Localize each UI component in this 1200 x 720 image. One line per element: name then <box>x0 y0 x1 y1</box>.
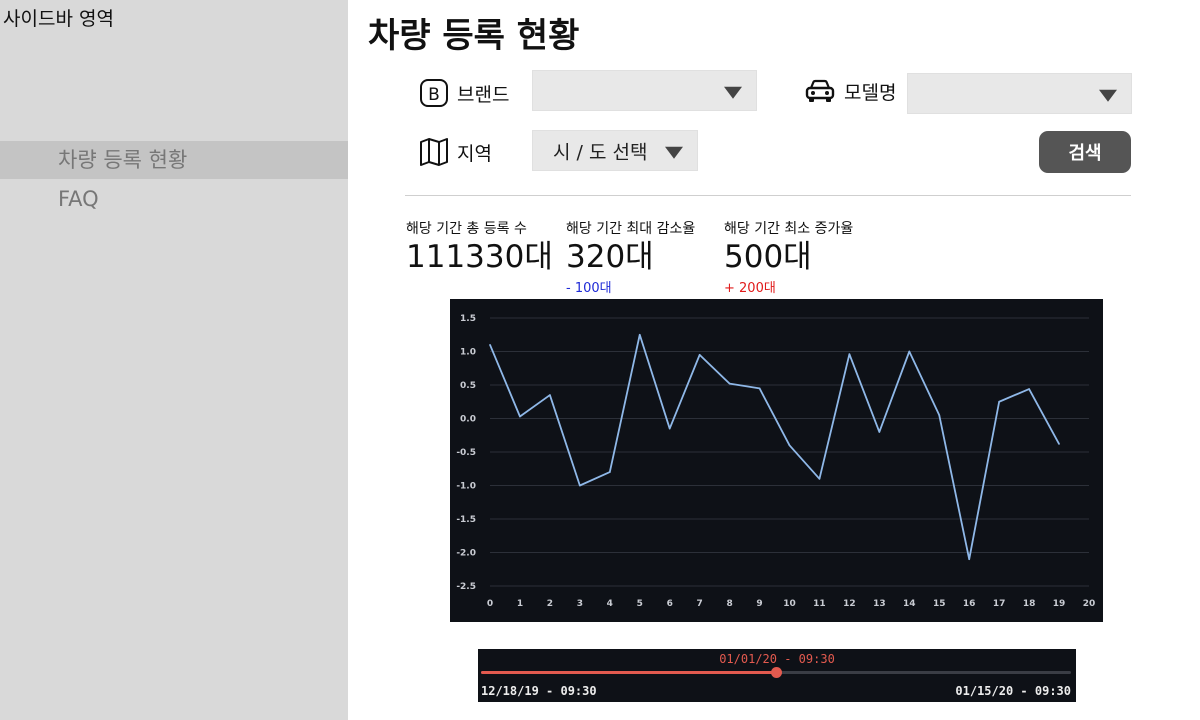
x-tick-label: 10 <box>783 599 796 609</box>
y-tick-label: -1.5 <box>456 515 476 525</box>
model-label: 모델명 <box>844 81 897 104</box>
chevron-down-icon <box>724 86 742 99</box>
x-tick-label: 19 <box>1053 599 1066 609</box>
brand-filter-label: B 브랜드 <box>419 78 509 108</box>
model-filter-label: 모델명 <box>804 77 896 105</box>
x-tick-label: 15 <box>933 599 946 609</box>
y-tick-label: -0.5 <box>456 448 476 458</box>
y-tick-label: 1.5 <box>460 314 476 324</box>
sidebar-item-registration-status[interactable]: 차량 등록 현황 <box>0 141 348 179</box>
metric-value: 320대 <box>566 239 654 275</box>
svg-text:B: B <box>428 85 440 105</box>
x-tick-label: 2 <box>547 599 553 609</box>
x-tick-label: 20 <box>1083 599 1096 609</box>
data-point <box>1058 443 1060 445</box>
data-point <box>489 344 491 346</box>
sidebar-item-faq[interactable]: FAQ <box>0 180 348 218</box>
data-point <box>998 400 1000 403</box>
line-chart-svg: 1.51.00.50.0-0.5-1.0-1.5-2.0-2.50 1 2 3 4 5 6 7… <box>456 314 1096 609</box>
page-title: 차량 등록 현황 <box>368 16 580 56</box>
x-tick-label: 7 <box>697 599 703 609</box>
data-point <box>758 387 761 390</box>
divider <box>405 195 1131 196</box>
metric-label: 해당 기간 최소 증가율 <box>724 221 854 237</box>
data-point <box>698 354 701 356</box>
y-tick-label: -2.5 <box>456 582 476 592</box>
series-line <box>489 333 1060 561</box>
x-tick-label: 16 <box>963 599 976 609</box>
x-tick-label: 3 <box>577 599 583 609</box>
data-point <box>968 558 970 560</box>
x-tick-label: 13 <box>873 599 886 609</box>
data-point <box>878 431 881 433</box>
x-tick-label: 18 <box>1023 599 1036 609</box>
data-point <box>519 415 521 418</box>
search-button[interactable]: 검색 <box>1039 131 1131 173</box>
line-chart[interactable]: 1.5 1.0 0.5 0.0 -0.5 -1.0 -1.5 -2.0 -2.5 0 1 2 3 4 5 6 7… <box>450 299 1103 622</box>
metric-delta: - 100대 <box>566 281 612 296</box>
data-point <box>908 350 911 353</box>
data-point <box>668 427 671 430</box>
data-point <box>549 394 551 396</box>
x-tick-label: 1 <box>517 599 523 609</box>
region-select[interactable]: 시 / 도 선택 <box>532 130 698 171</box>
x-tick-label: 0 <box>487 599 493 609</box>
region-label: 지역 <box>457 142 492 165</box>
data-point <box>788 444 791 447</box>
data-point <box>848 353 851 355</box>
metric-value: 500대 <box>724 239 812 275</box>
y-tick-label: 1.0 <box>460 348 476 358</box>
y-tick-label: -1.0 <box>456 482 476 492</box>
brand-label: 브랜드 <box>457 83 510 106</box>
sidebar-title: 사이드바 영역 <box>3 8 114 30</box>
map-icon <box>419 137 449 167</box>
x-tick-label: 17 <box>993 599 1006 609</box>
sidebar: 사이드바 영역 차량 등록 현황 FAQ <box>0 0 348 720</box>
slider-current-value: 01/01/20 - 09:30 <box>719 652 835 666</box>
metric-value: 111330대 <box>406 239 553 275</box>
metric-total-registrations: 해당 기간 총 등록 수 111330대 <box>406 218 553 275</box>
slider-end-label: 01/15/20 - 09:30 <box>955 684 1071 698</box>
slider-start-label: 12/18/19 - 09:30 <box>481 684 597 698</box>
region-filter-label: 지역 <box>419 137 492 167</box>
y-tick-label: 0.0 <box>460 415 476 425</box>
x-tick-label: 9 <box>756 599 762 609</box>
x-tick-label: 12 <box>843 599 856 609</box>
x-tick-label: 8 <box>726 599 732 609</box>
chevron-down-icon <box>1099 89 1117 102</box>
x-tick-label: 6 <box>667 599 673 609</box>
brand-select[interactable] <box>532 70 757 111</box>
data-point <box>638 333 641 336</box>
data-point <box>728 382 731 385</box>
x-tick-label: 5 <box>637 599 643 609</box>
x-tick-label: 14 <box>903 599 916 609</box>
data-point <box>579 484 581 487</box>
slider-thumb[interactable] <box>771 667 782 678</box>
main-content: 차량 등록 현황 B 브랜드 모델명 지역 시 / 도 선택 검색 해당 기간 … <box>348 0 1200 720</box>
metric-delta: + 200대 <box>724 281 776 296</box>
metric-label: 해당 기간 최대 감소율 <box>566 221 696 237</box>
model-select[interactable] <box>907 73 1132 114</box>
y-tick-label: -2.0 <box>456 549 476 559</box>
y-tick-label: 0.5 <box>460 381 476 391</box>
data-point <box>938 414 941 416</box>
x-tick-label: 11 <box>813 599 826 609</box>
chevron-down-icon <box>665 146 683 159</box>
metric-label: 해당 기간 총 등록 수 <box>406 221 527 237</box>
car-icon <box>804 77 836 105</box>
slider-fill <box>481 671 776 674</box>
metric-min-increase: 해당 기간 최소 증가율 500대 + 200대 <box>724 218 853 296</box>
time-slider: 01/01/20 - 09:30 12/18/19 - 09:30 01/15/… <box>478 649 1076 702</box>
data-point <box>818 478 821 480</box>
data-point <box>609 471 611 473</box>
x-tick-label: 4 <box>607 599 613 609</box>
data-point <box>1028 388 1030 390</box>
letter-b-icon: B <box>419 78 449 108</box>
metric-max-decrease: 해당 기간 최대 감소율 320대 - 100대 <box>566 218 695 296</box>
region-select-value: 시 / 도 선택 <box>553 141 648 163</box>
